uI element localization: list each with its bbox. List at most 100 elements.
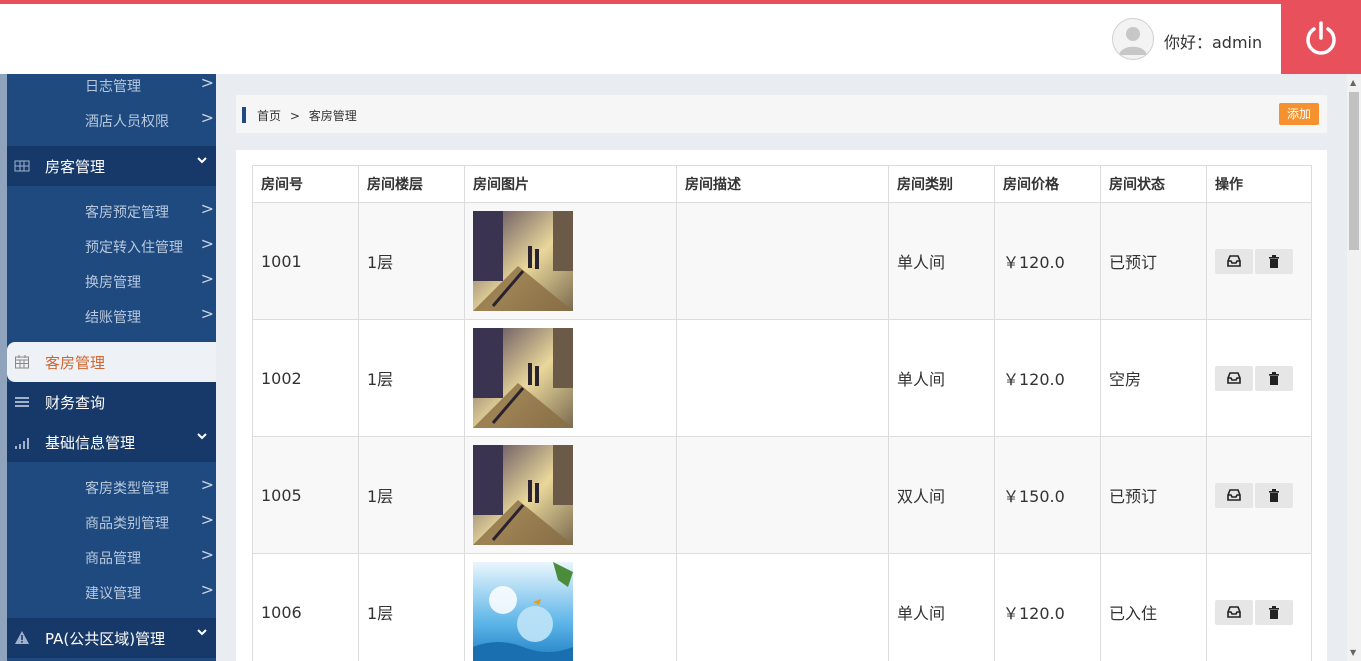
delete-button[interactable]: [1255, 365, 1293, 391]
breadcrumb-home-link[interactable]: 首页: [257, 109, 281, 123]
room-price: ￥120.0: [994, 553, 1101, 661]
column-header: 房间楼层: [358, 165, 465, 203]
grid-icon: [14, 160, 30, 172]
scroll-up-icon[interactable]: ▲: [1350, 78, 1356, 87]
room-type: 单人间: [888, 319, 995, 437]
room-image-cell: [464, 202, 677, 320]
row-actions: [1206, 436, 1312, 554]
chevron-right-icon: >: [200, 234, 214, 253]
chevron-right-icon: >: [200, 269, 214, 288]
delete-button[interactable]: [1255, 482, 1293, 508]
row-actions: [1206, 553, 1312, 661]
edit-button[interactable]: [1215, 599, 1253, 625]
sidebar-item-label: 结账管理: [85, 310, 141, 326]
sidebar-item-label: 客房预定管理: [85, 205, 169, 221]
ocean-photo: [473, 562, 573, 661]
breadcrumb-separator: >: [289, 109, 300, 123]
room-price: ￥150.0: [994, 436, 1101, 554]
sidebar-group-basic-info[interactable]: 基础信息管理: [7, 422, 216, 462]
room-floor: 1层: [358, 553, 465, 661]
room-image-cell: [464, 553, 677, 661]
delete-button[interactable]: [1255, 248, 1293, 274]
page-scrollbar[interactable]: ▲ ▼: [1347, 74, 1361, 661]
sidebar-item-staff-permission[interactable]: 酒店人员权限 >: [7, 103, 216, 138]
sidebar-item-room-type[interactable]: 客房类型管理 >: [7, 470, 216, 505]
breadcrumb: 首页 > 客房管理: [236, 95, 1327, 133]
breadcrumb-current: 客房管理: [308, 109, 357, 123]
column-header: 操作: [1206, 165, 1312, 203]
sidebar-item-label: 酒店人员权限: [85, 114, 169, 130]
chevron-right-icon: >: [200, 580, 214, 599]
room-floor: 1层: [358, 202, 465, 320]
chevron-down-icon: [196, 430, 208, 446]
sidebar-item-checkout[interactable]: 结账管理 >: [7, 299, 216, 334]
add-button[interactable]: 添加: [1279, 103, 1319, 125]
sidebar-item-label: 财务查询: [45, 394, 106, 412]
column-header: 房间描述: [676, 165, 889, 203]
row-actions: [1206, 202, 1312, 320]
sidebar-item-room-change[interactable]: 换房管理 >: [7, 264, 216, 299]
inbox-icon: [1227, 489, 1241, 501]
scrollbar-thumb[interactable]: [1349, 92, 1359, 250]
room-status: 已预订: [1100, 202, 1207, 320]
header: 你好：admin: [0, 4, 1361, 74]
chevron-down-icon: [196, 154, 208, 170]
room-type: 单人间: [888, 553, 995, 661]
column-header: 房间图片: [464, 165, 677, 203]
scroll-down-icon[interactable]: ▼: [1350, 648, 1356, 657]
room-description: [676, 436, 889, 554]
street-photo: [473, 211, 573, 311]
chevron-right-icon: >: [200, 510, 214, 529]
chevron-right-icon: >: [200, 475, 214, 494]
sidebar-item-suggestions[interactable]: 建议管理 >: [7, 575, 216, 610]
row-actions: [1206, 319, 1312, 437]
street-photo: [473, 328, 573, 428]
sidebar-item-label: 客房管理: [45, 354, 106, 372]
logout-button[interactable]: [1281, 4, 1361, 74]
sidebar-edge: [0, 74, 7, 661]
sidebar-item-booking[interactable]: 客房预定管理 >: [7, 194, 216, 229]
signal-icon: [15, 438, 29, 449]
chevron-right-icon: >: [200, 108, 214, 127]
sidebar-item-label: 商品管理: [85, 551, 141, 567]
sidebar-item-label: 客房类型管理: [85, 481, 169, 497]
chevron-right-icon: >: [200, 545, 214, 564]
inbox-icon: [1227, 372, 1241, 384]
room-floor: 1层: [358, 436, 465, 554]
sidebar-item-label: 换房管理: [85, 275, 141, 291]
sidebar-item-booking-checkin[interactable]: 预定转入住管理 >: [7, 229, 216, 264]
trash-icon: [1269, 371, 1279, 385]
sidebar: 日志管理 > 酒店人员权限 > 房客管理 客房预定管理 > 预定转入住管理 > …: [0, 74, 216, 661]
room-description: [676, 202, 889, 320]
breadcrumb-marker: [242, 107, 246, 123]
sidebar-group-guest[interactable]: 房客管理: [7, 146, 216, 186]
sidebar-group-public-area[interactable]: PA(公共区域)管理: [7, 618, 216, 658]
sidebar-item-label: 预定转入住管理: [85, 240, 183, 256]
room-price: ￥120.0: [994, 319, 1101, 437]
table-header-row: 房间号 房间楼层 房间图片 房间描述 房间类别 房间价格 房间状态 操作: [252, 165, 1312, 203]
room-type: 单人间: [888, 202, 995, 320]
edit-button[interactable]: [1215, 365, 1253, 391]
edit-button[interactable]: [1215, 482, 1253, 508]
sidebar-item-label: 建议管理: [85, 586, 141, 602]
user-avatar-icon[interactable]: [1112, 18, 1154, 60]
sidebar-item-finance[interactable]: 财务查询: [7, 382, 216, 422]
warning-icon: [15, 631, 29, 644]
column-header: 房间价格: [994, 165, 1101, 203]
delete-button[interactable]: [1255, 599, 1293, 625]
room-image-cell: [464, 319, 677, 437]
calendar-icon: [15, 355, 29, 369]
sidebar-item-log[interactable]: 日志管理 >: [7, 74, 216, 103]
sidebar-item-room-management[interactable]: 客房管理: [7, 342, 216, 382]
room-type: 双人间: [888, 436, 995, 554]
edit-button[interactable]: [1215, 248, 1253, 274]
content-panel: 房间号 房间楼层 房间图片 房间描述 房间类别 房间价格 房间状态 操作 100…: [236, 150, 1327, 661]
column-header: 房间类别: [888, 165, 995, 203]
room-number: 1006: [252, 553, 359, 661]
trash-icon: [1269, 605, 1279, 619]
sidebar-item-goods[interactable]: 商品管理 >: [7, 540, 216, 575]
room-price: ￥120.0: [994, 202, 1101, 320]
room-status: 已预订: [1100, 436, 1207, 554]
room-number: 1002: [252, 319, 359, 437]
sidebar-item-goods-category[interactable]: 商品类别管理 >: [7, 505, 216, 540]
